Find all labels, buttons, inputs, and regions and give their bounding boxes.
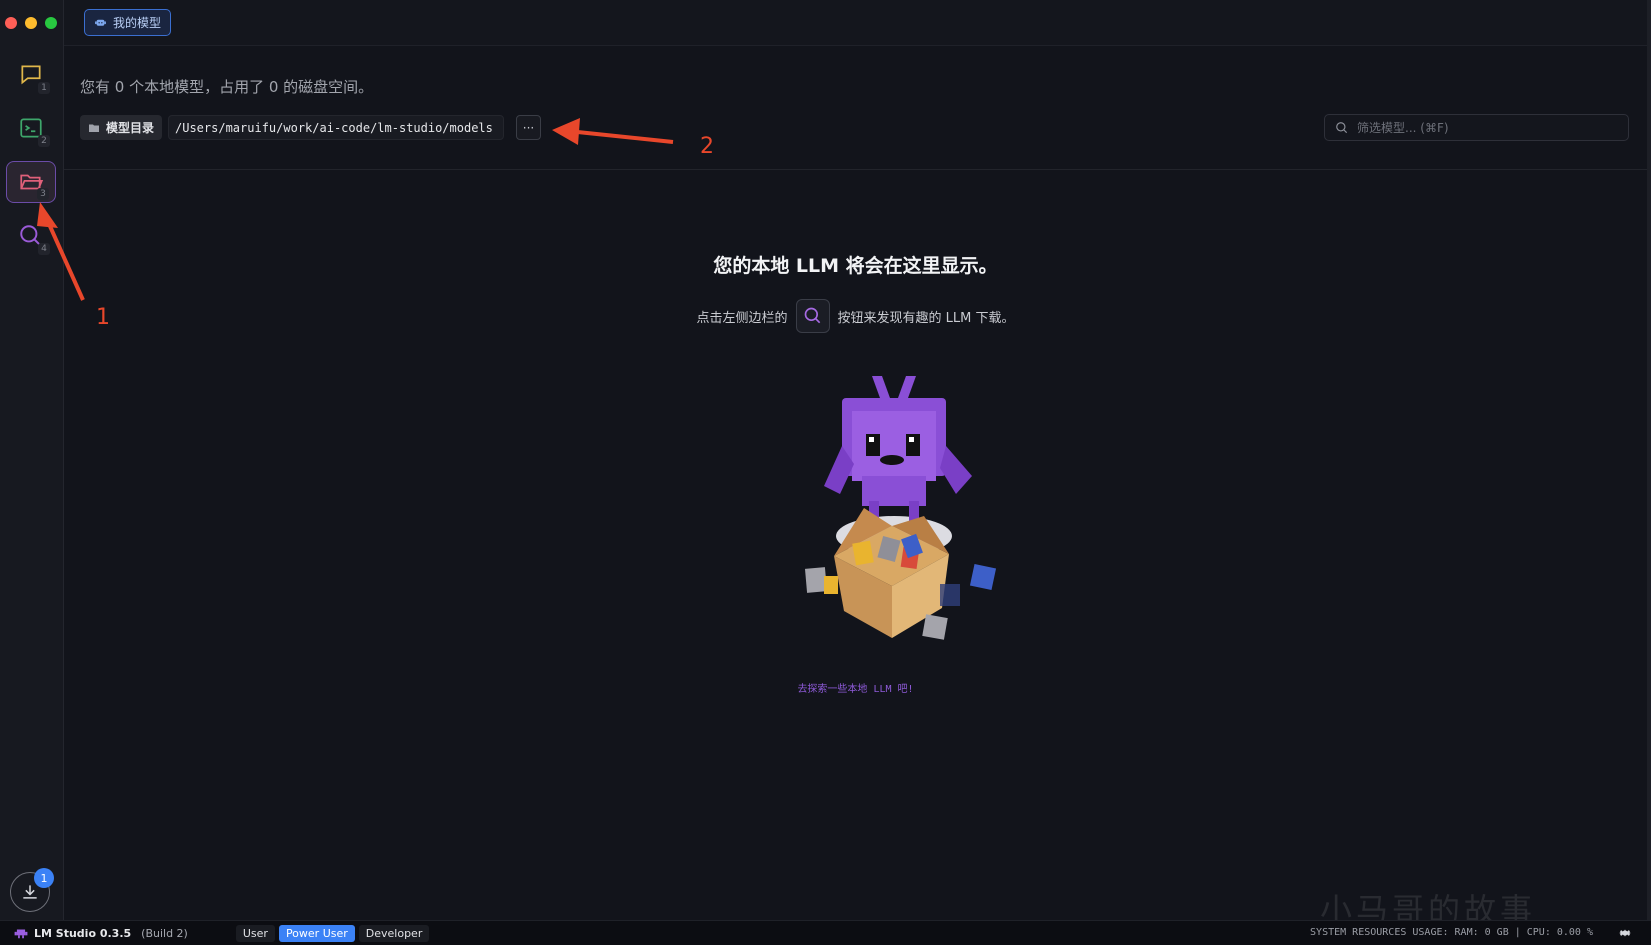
directory-more-button[interactable]: ··· — [516, 115, 541, 140]
discover-shortcut-button[interactable] — [795, 299, 830, 333]
shortcut-number: 4 — [38, 243, 50, 255]
robot-icon — [95, 19, 106, 26]
hint-text-after: 按钮来发现有趣的 LLM 下载。 — [837, 310, 1015, 326]
sidebar-item-developer[interactable]: 2 — [6, 107, 56, 149]
filter-models-input[interactable] — [1357, 120, 1607, 135]
status-bar: LM Studio 0.3.5 (Build 2) User Power Use… — [0, 920, 1651, 945]
search-icon — [1336, 121, 1348, 133]
close-window-button[interactable] — [5, 17, 17, 29]
sidebar-item-chat[interactable]: 1 — [6, 54, 56, 96]
sidebar-item-discover[interactable]: 4 — [6, 215, 56, 257]
top-tab-bar: 我的模型 — [64, 0, 1647, 46]
folder-icon — [89, 124, 99, 132]
mode-switcher: User Power User Developer — [235, 924, 430, 942]
explore-llm-link[interactable]: 去探索一些本地 LLM 吧! — [64, 680, 1647, 695]
minimize-window-button[interactable] — [25, 17, 37, 29]
zoom-window-button[interactable] — [45, 17, 57, 29]
filter-models-search[interactable] — [1324, 114, 1629, 141]
downloads-badge: 1 — [34, 868, 54, 888]
shortcut-number: 1 — [38, 82, 50, 94]
annotation-label-1: 1 — [96, 305, 110, 330]
empty-state-title: 您的本地 LLM 将会在这里显示。 — [713, 255, 998, 277]
lm-studio-logo-icon — [14, 929, 28, 939]
sidebar-item-my-models[interactable]: 3 — [6, 161, 56, 203]
search-icon — [804, 307, 820, 324]
divider — [64, 169, 1647, 170]
mascot-illustration — [804, 376, 997, 640]
models-directory-label: 模型目录 — [80, 115, 163, 140]
models-directory-path[interactable]: /Users/maruifu/work/ai-code/lm-studio/mo… — [168, 115, 504, 140]
models-summary: 您有 0 个本地模型，占用了 0 的磁盘空间。 — [80, 78, 374, 96]
window-edge — [1647, 0, 1651, 920]
tab-my-models[interactable]: 我的模型 — [84, 9, 172, 36]
tab-label: 我的模型 — [113, 16, 162, 30]
system-resources-usage: SYSTEM RESOURCES USAGE: RAM: 0 GB | CPU:… — [1310, 927, 1593, 938]
mode-user[interactable]: User — [235, 924, 275, 942]
shortcut-number: 2 — [38, 135, 50, 147]
traffic-lights — [5, 17, 57, 29]
shortcut-number: 3 — [37, 188, 49, 200]
mode-developer[interactable]: Developer — [358, 924, 430, 942]
empty-state-hint: 点击左侧边栏的 按钮来发现有趣的 LLM 下载。 — [64, 299, 1647, 333]
hint-text-before: 点击左侧边栏的 — [696, 310, 788, 326]
app-window: 1 2 3 4 1 我的模型 您有 0 个本地模型，占用了 0 的磁盘空间。 模… — [0, 0, 1651, 945]
app-name-text: LM Studio 0.3.5 — [34, 926, 132, 940]
app-version: LM Studio 0.3.5 (Build 2) — [14, 927, 188, 940]
app-build-text: (Build 2) — [141, 926, 188, 940]
sidebar: 1 2 3 4 1 — [0, 0, 64, 920]
annotation-label-2: 2 — [700, 134, 714, 159]
dir-label-text: 模型目录 — [106, 121, 155, 135]
mode-power-user[interactable]: Power User — [278, 924, 355, 942]
main-panel: 您有 0 个本地模型，占用了 0 的磁盘空间。 模型目录 /Users/maru… — [64, 46, 1647, 920]
gear-icon[interactable] — [1617, 925, 1633, 941]
